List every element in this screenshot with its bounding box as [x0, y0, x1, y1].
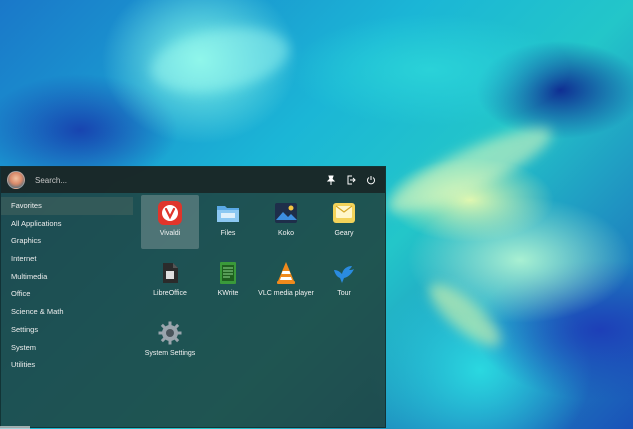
app-files[interactable]: Files — [199, 195, 257, 249]
pin-icon[interactable] — [325, 174, 337, 186]
logout-icon[interactable] — [345, 174, 357, 186]
category-sidebar: Favorites All Applications Graphics Inte… — [1, 197, 133, 374]
koko-icon — [273, 200, 299, 226]
app-geary[interactable]: Geary — [315, 195, 373, 249]
category-favorites[interactable]: Favorites — [1, 197, 133, 215]
category-multimedia[interactable]: Multimedia — [1, 268, 133, 286]
app-label: Geary — [334, 230, 354, 237]
folder-icon — [215, 200, 241, 226]
wallpaper-streak — [420, 274, 510, 356]
app-label: Files — [220, 230, 236, 237]
app-vlc-media-player[interactable]: VLC media player — [257, 255, 315, 309]
category-science-math[interactable]: Science & Math — [1, 303, 133, 321]
app-label: System Settings — [144, 350, 196, 357]
app-kwrite[interactable]: KWrite — [199, 255, 257, 309]
category-all-applications[interactable]: All Applications — [1, 215, 133, 233]
application-launcher-menu: Favorites All Applications Graphics Inte… — [0, 166, 386, 428]
launcher-top-bar — [1, 167, 385, 193]
user-avatar[interactable] — [7, 171, 25, 189]
category-utilities[interactable]: Utilities — [1, 356, 133, 374]
gear-icon — [157, 320, 183, 346]
app-label: Tour — [337, 290, 351, 297]
app-vivaldi[interactable]: Vivaldi — [141, 195, 199, 249]
app-label: VLC media player — [258, 290, 314, 297]
wallpaper-streak — [145, 18, 295, 102]
mail-icon — [331, 200, 357, 226]
libreoffice-icon — [157, 260, 183, 286]
app-label: Koko — [278, 230, 294, 237]
search-input[interactable] — [33, 170, 297, 190]
wallpaper-streak — [379, 113, 561, 227]
app-label: KWrite — [217, 290, 239, 297]
category-office[interactable]: Office — [1, 285, 133, 303]
kwrite-icon — [215, 260, 241, 286]
category-system[interactable]: System — [1, 339, 133, 357]
category-settings[interactable]: Settings — [1, 321, 133, 339]
category-internet[interactable]: Internet — [1, 250, 133, 268]
app-label: Vivaldi — [159, 230, 181, 237]
app-system-settings[interactable]: System Settings — [141, 315, 199, 369]
power-icon[interactable] — [365, 174, 377, 186]
app-koko[interactable]: Koko — [257, 195, 315, 249]
favorites-grid: Vivaldi Files Koko Geary LibreOffice KWr… — [141, 195, 373, 369]
vivaldi-icon — [157, 200, 183, 226]
category-graphics[interactable]: Graphics — [1, 232, 133, 250]
bird-icon — [331, 260, 357, 286]
vlc-icon — [273, 260, 299, 286]
app-label: LibreOffice — [153, 290, 187, 297]
app-libreoffice[interactable]: LibreOffice — [141, 255, 199, 309]
app-tour[interactable]: Tour — [315, 255, 373, 309]
